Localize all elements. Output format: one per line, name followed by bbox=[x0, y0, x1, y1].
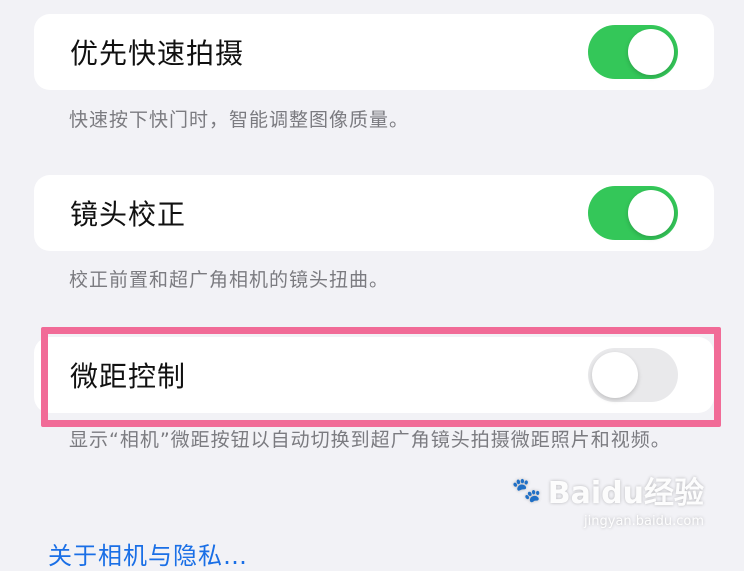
lens-correction-toggle[interactable] bbox=[588, 186, 678, 240]
watermark-url: jingyan.baidu.com bbox=[584, 514, 704, 529]
baidu-watermark: 🐾 Baidu经验 jingyan.baidu.com bbox=[512, 468, 704, 529]
watermark-brand: Baidu经验 bbox=[547, 476, 704, 511]
toggle-knob bbox=[592, 352, 638, 398]
setting-row-macro-control: 微距控制 bbox=[34, 337, 714, 413]
macro-control-toggle[interactable] bbox=[588, 348, 678, 402]
setting-footnote: 校正前置和超广角相机的镜头扭曲。 bbox=[69, 269, 390, 291]
setting-label: 镜头校正 bbox=[70, 198, 187, 231]
paw-icon: 🐾 bbox=[511, 476, 542, 504]
setting-footnote: 显示“相机”微距按钮以自动切换到超广角镜头拍摄微距照片和视频。 bbox=[69, 429, 671, 451]
toggle-knob bbox=[628, 190, 674, 236]
setting-footnote: 快速按下快门时，智能调整图像质量。 bbox=[69, 109, 410, 131]
setting-label: 微距控制 bbox=[70, 360, 187, 393]
prioritize-faster-shooting-toggle[interactable] bbox=[588, 25, 678, 79]
camera-privacy-link[interactable]: 关于相机与隐私… bbox=[48, 536, 248, 571]
toggle-knob bbox=[628, 29, 674, 75]
setting-row-prioritize-faster-shooting: 优先快速拍摄 bbox=[34, 14, 714, 90]
setting-row-lens-correction: 镜头校正 bbox=[34, 175, 714, 251]
setting-label: 优先快速拍摄 bbox=[70, 37, 245, 70]
